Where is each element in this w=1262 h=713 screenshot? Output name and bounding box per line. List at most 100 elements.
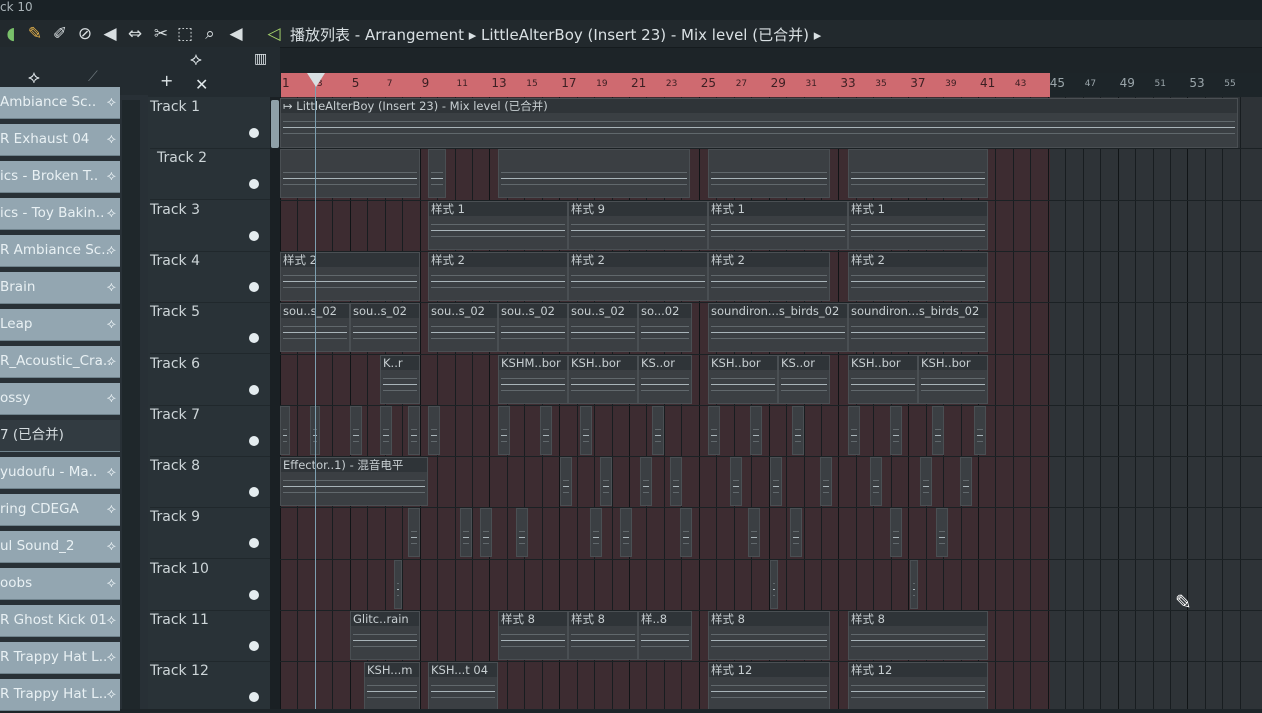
playlist-clip[interactable]: KSH...t 04 bbox=[428, 662, 498, 709]
playlist-clip[interactable]: 样式 1 bbox=[708, 200, 848, 250]
playlist-clip[interactable] bbox=[640, 457, 652, 507]
playlist-clip[interactable]: 样式 12 bbox=[848, 662, 988, 709]
browser-item[interactable]: 7 (已合并) bbox=[0, 420, 120, 452]
track-header[interactable]: Track 5 bbox=[150, 302, 270, 355]
playlist-clip[interactable] bbox=[350, 405, 362, 455]
playlist-clip[interactable] bbox=[498, 405, 510, 455]
paint-icon[interactable]: ✐ bbox=[49, 23, 71, 45]
browser-item[interactable]: ics - Broken T.. ⟡ bbox=[0, 161, 120, 193]
playlist-clip[interactable] bbox=[910, 559, 918, 609]
browser-item[interactable]: R Ghost Kick 01 ⟡ bbox=[0, 605, 120, 637]
playlist-clip[interactable] bbox=[974, 405, 986, 455]
playlist-clip[interactable] bbox=[708, 149, 830, 199]
track-led-icon[interactable] bbox=[249, 333, 259, 344]
playlist-clip[interactable] bbox=[792, 405, 804, 455]
playlist-clip[interactable]: 样式 8 bbox=[708, 611, 830, 660]
playhead-marker[interactable] bbox=[307, 73, 325, 87]
track-led-icon[interactable] bbox=[249, 179, 259, 190]
playlist-clip[interactable]: KS..or bbox=[638, 354, 692, 404]
playlist-clip[interactable]: KS..or bbox=[778, 354, 830, 404]
add-track-icon[interactable]: + bbox=[160, 71, 173, 90]
playlist-clip[interactable] bbox=[428, 149, 446, 199]
playlist-clip[interactable]: 样式 1 bbox=[428, 200, 568, 250]
browser-item[interactable]: R Trappy Hat L.. ⟡ bbox=[0, 642, 120, 674]
track-header[interactable]: Track 12 bbox=[150, 661, 270, 713]
select-icon[interactable]: ⬚ bbox=[174, 23, 196, 45]
browser-item[interactable]: ul Sound_2 ⟡ bbox=[0, 531, 120, 563]
playlist-clip[interactable]: 样式 2 bbox=[708, 251, 830, 301]
remove-icon[interactable]: ✕ bbox=[195, 75, 208, 94]
track-header[interactable]: Track 9 bbox=[150, 507, 270, 560]
browser-item[interactable]: R Trappy Hat L.. ⟡ bbox=[0, 679, 120, 711]
playlist-clip[interactable] bbox=[394, 559, 402, 609]
playlist-clip[interactable]: K..r bbox=[380, 354, 420, 404]
track-led-icon[interactable] bbox=[249, 281, 259, 292]
track-header[interactable]: Track 1 bbox=[150, 97, 270, 149]
playlist-grid[interactable]: ↦ LittleAlterBoy (Insert 23) - Mix level… bbox=[280, 97, 1262, 709]
browser-item[interactable]: R Exhaust 04 ⟡ bbox=[0, 124, 120, 156]
playlist-clip[interactable] bbox=[680, 508, 692, 558]
playlist-clip[interactable] bbox=[590, 508, 602, 558]
playlist-clip[interactable]: KSH..bor bbox=[568, 354, 638, 404]
playlist-clip[interactable] bbox=[770, 457, 782, 507]
playlist-clip[interactable] bbox=[280, 405, 290, 455]
playlist-clip[interactable]: ↦ LittleAlterBoy (Insert 23) - Mix level… bbox=[280, 98, 1238, 148]
playlist-clip[interactable] bbox=[408, 508, 420, 558]
playlist-clip[interactable] bbox=[380, 405, 392, 455]
browser-item[interactable]: R_Acoustic_Cra.. ⟡ bbox=[0, 346, 120, 378]
playlist-clip[interactable]: so...02 bbox=[638, 303, 692, 353]
playback-icon[interactable]: ◀ bbox=[225, 23, 247, 45]
track-led-icon[interactable] bbox=[249, 538, 259, 549]
playlist-clip[interactable]: 样式 9 bbox=[568, 200, 708, 250]
playlist-clip[interactable] bbox=[848, 405, 860, 455]
playlist-clip[interactable] bbox=[280, 149, 420, 199]
playlist-clip[interactable] bbox=[652, 405, 664, 455]
browser-item[interactable]: ring CDEGA ⟡ bbox=[0, 494, 120, 526]
playlist-clip[interactable] bbox=[770, 559, 778, 609]
browser-item[interactable]: Ambiance Sc.. ⟡ bbox=[0, 87, 120, 119]
playlist-clip[interactable]: 样式 2 bbox=[280, 251, 420, 301]
playlist-clip[interactable] bbox=[480, 508, 492, 558]
track-led-icon[interactable] bbox=[249, 487, 259, 498]
playlist-clip[interactable]: KSHM..bor bbox=[498, 354, 568, 404]
playlist-clip[interactable] bbox=[516, 508, 528, 558]
track-header[interactable]: Track 3 bbox=[150, 200, 270, 252]
browser-item[interactable]: oobs ⟡ bbox=[0, 568, 120, 600]
playlist-clip[interactable] bbox=[560, 457, 572, 507]
playlist-clip[interactable]: Effector..1) - 混音电平 bbox=[280, 457, 428, 507]
playlist-clip[interactable] bbox=[498, 149, 690, 199]
playlist-clip[interactable]: sou..s_02 bbox=[498, 303, 568, 353]
playlist-clip[interactable] bbox=[708, 405, 720, 455]
playlist-clip[interactable] bbox=[748, 508, 760, 558]
playlist-clip[interactable] bbox=[540, 405, 552, 455]
track-led-icon[interactable] bbox=[249, 230, 259, 241]
track-led-icon[interactable] bbox=[249, 435, 259, 446]
browser-waveform-icon[interactable]: ⟡ bbox=[28, 67, 40, 88]
playlist-clip[interactable] bbox=[580, 405, 592, 455]
playlist-vscroll[interactable] bbox=[270, 97, 280, 709]
browser-item[interactable]: ossy ⟡ bbox=[0, 383, 120, 415]
playlist-clip[interactable] bbox=[750, 405, 762, 455]
browser-item[interactable]: ics - Toy Bakin.. ⟡ bbox=[0, 198, 120, 230]
vscroll-thumb[interactable] bbox=[271, 100, 279, 148]
track-header[interactable]: Track 8 bbox=[150, 456, 270, 509]
playlist-clip[interactable] bbox=[960, 457, 972, 507]
pencil-icon[interactable]: ✎ bbox=[24, 23, 46, 45]
track-header[interactable]: Track 4 bbox=[150, 251, 270, 303]
track-header[interactable]: Track 7 bbox=[150, 405, 270, 457]
playlist-clip[interactable]: 样式 1 bbox=[848, 200, 988, 250]
browser-item[interactable]: Leap ⟡ bbox=[0, 309, 120, 341]
browser-scrollbar[interactable] bbox=[122, 100, 140, 709]
slip-icon[interactable]: ⇔ bbox=[124, 23, 146, 45]
wave-snap-icon[interactable]: ⟡ bbox=[190, 49, 202, 70]
track-led-icon[interactable] bbox=[249, 589, 259, 600]
playlist-clip[interactable] bbox=[460, 508, 472, 558]
track-header[interactable]: Track 10 bbox=[150, 559, 270, 611]
playlist-clip[interactable] bbox=[890, 405, 902, 455]
browser-item[interactable]: R Ambiance Sc.. ⟡ bbox=[0, 235, 120, 267]
playlist-clip[interactable] bbox=[428, 405, 440, 455]
mute-icon[interactable]: ◀ bbox=[99, 23, 121, 45]
playlist-clip[interactable] bbox=[408, 405, 420, 455]
playlist-clip[interactable]: 样式 8 bbox=[848, 611, 988, 660]
playlist-clip[interactable]: 样式 8 bbox=[568, 611, 638, 660]
